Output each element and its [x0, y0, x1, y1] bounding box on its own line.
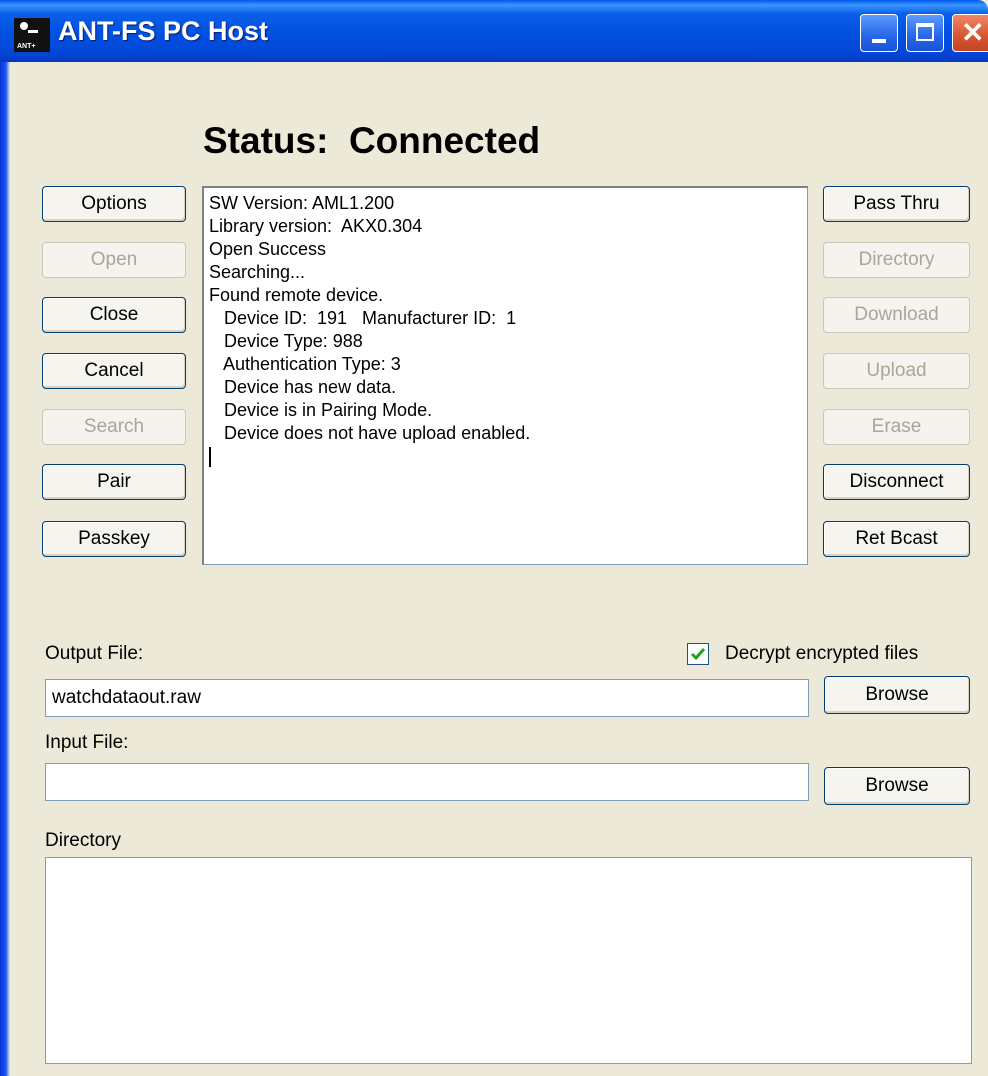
download-button[interactable]: Download [823, 297, 970, 333]
title-bar[interactable]: ANT+ ANT-FS PC Host ✕ [0, 0, 988, 62]
disconnect-button[interactable]: Disconnect [823, 464, 970, 500]
output-browse-button[interactable]: Browse [824, 676, 970, 714]
input-browse-button[interactable]: Browse [824, 767, 970, 805]
input-file-field[interactable] [45, 763, 809, 801]
log-line: Device ID: 191 Manufacturer ID: 1 [209, 308, 517, 328]
log-output[interactable]: SW Version: AML1.200 Library version: AK… [202, 186, 808, 565]
checkmark-icon [690, 648, 706, 661]
log-line: Device has new data. [209, 377, 397, 397]
decrypt-checkbox[interactable] [687, 643, 709, 665]
passkey-button[interactable]: Passkey [42, 521, 186, 557]
window-border [0, 0, 10, 1076]
app-icon-label: ANT+ [17, 43, 36, 50]
main-window: ANT+ ANT-FS PC Host ✕ Status: Connected … [0, 0, 988, 1076]
cancel-button[interactable]: Cancel [42, 353, 186, 389]
directory-button[interactable]: Directory [823, 242, 970, 278]
minimize-icon [872, 39, 886, 43]
log-line: SW Version: AML1.200 [209, 193, 395, 213]
input-file-label: Input File: [45, 732, 129, 753]
ant-app-icon: ANT+ [14, 18, 50, 52]
log-line: Open Success [209, 239, 327, 259]
text-caret [209, 447, 211, 468]
directory-list[interactable] [45, 857, 972, 1064]
log-line: Library version: AKX0.304 [209, 216, 423, 236]
search-button[interactable]: Search [42, 409, 186, 445]
erase-button[interactable]: Erase [823, 409, 970, 445]
directory-label: Directory [45, 830, 122, 851]
decrypt-label[interactable]: Decrypt encrypted files [725, 643, 918, 665]
status-label: Status: Connected [203, 120, 541, 161]
close-window-button[interactable]: ✕ [952, 14, 988, 52]
close-button[interactable]: Close [42, 297, 186, 333]
maximize-button[interactable] [906, 14, 944, 52]
upload-button[interactable]: Upload [823, 353, 970, 389]
maximize-icon [916, 23, 934, 41]
window-title: ANT-FS PC Host [58, 16, 269, 46]
output-file-label: Output File: [45, 643, 144, 664]
pair-button[interactable]: Pair [42, 464, 186, 500]
log-line: Authentication Type: 3 [209, 354, 401, 374]
log-line: Device does not have upload enabled. [209, 423, 531, 443]
minimize-button[interactable] [860, 14, 898, 52]
close-icon: ✕ [961, 17, 985, 48]
log-line: Device is in Pairing Mode. [209, 400, 433, 420]
output-file-field[interactable]: watchdataout.raw [45, 679, 809, 717]
log-line: Searching... [209, 262, 306, 282]
pass-thru-button[interactable]: Pass Thru [823, 186, 970, 222]
options-button[interactable]: Options [42, 186, 186, 222]
open-button[interactable]: Open [42, 242, 186, 278]
ret-bcast-button[interactable]: Ret Bcast [823, 521, 970, 557]
log-line: Found remote device. [209, 285, 384, 305]
log-line: Device Type: 988 [209, 331, 363, 351]
